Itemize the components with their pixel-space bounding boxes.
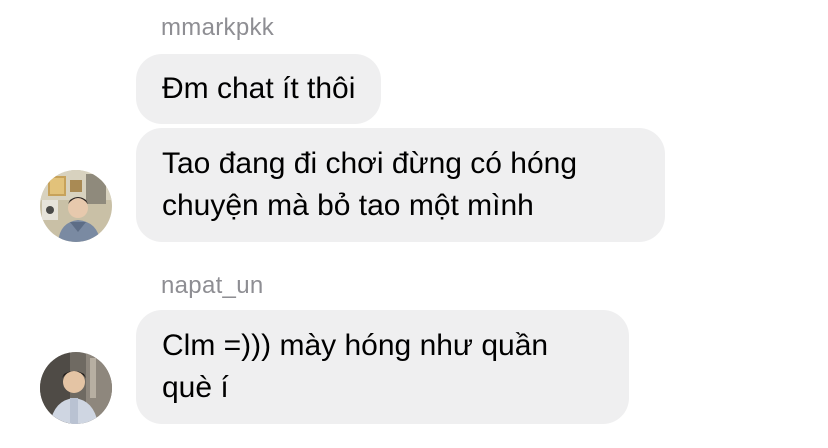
avatar[interactable]	[40, 170, 112, 242]
message-bubble[interactable]: Clm =))) mày hóng như quần què í	[136, 310, 629, 424]
user-avatar-icon	[40, 170, 112, 242]
user-avatar-icon	[40, 352, 112, 424]
message-bubble[interactable]: Tao đang đi chơi đừng có hóng chuyện mà …	[136, 128, 665, 242]
sender-name: napat_un	[161, 272, 264, 299]
message-bubble[interactable]: Đm chat ít thôi	[136, 54, 382, 124]
avatar[interactable]	[40, 352, 112, 424]
sender-name: mmarkpkk	[161, 14, 275, 41]
chat-thread: mmarkpkk Đm chat ít thôi Tao đang đi chơ…	[0, 0, 828, 448]
